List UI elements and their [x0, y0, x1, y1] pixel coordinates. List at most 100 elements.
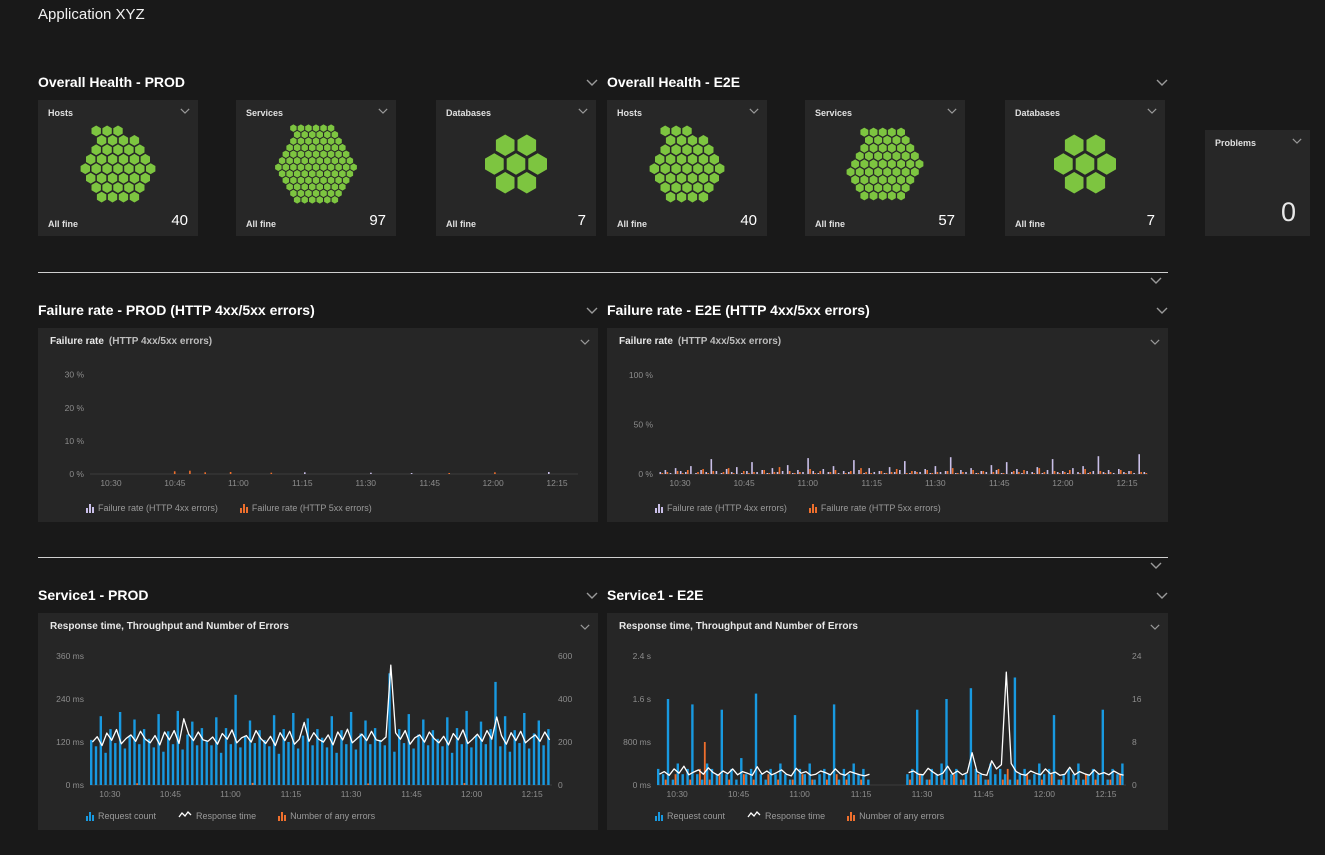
svg-text:11:15: 11:15 [851, 789, 872, 799]
bars-icon [86, 812, 94, 821]
svg-text:12:00: 12:00 [1052, 478, 1074, 488]
tile-databases-e2e[interactable]: Databases All fine 7 [1005, 100, 1165, 236]
failure-rate-chart-prod: 0 %10 %20 %30 %10:3010:4511:0011:1511:30… [44, 356, 592, 490]
svg-text:11:30: 11:30 [355, 478, 376, 488]
legend-item-4xx[interactable]: Failure rate (HTTP 4xx errors) [655, 503, 787, 513]
svg-text:360 ms: 360 ms [56, 651, 84, 661]
chevron-down-icon[interactable] [1292, 138, 1302, 144]
chart-legend: Failure rate (HTTP 4xx errors) Failure r… [86, 503, 372, 513]
tile-title: Databases [1015, 108, 1060, 118]
chevron-down-icon[interactable] [1150, 562, 1162, 569]
chart-legend: Request count Response time Number of an… [86, 810, 375, 821]
status-label: All fine [246, 219, 276, 229]
chevron-down-icon[interactable] [580, 624, 590, 630]
chart-tile-service-e2e[interactable]: Response time, Throughput and Number of … [607, 613, 1168, 830]
entity-count: 40 [740, 212, 757, 229]
legend-label: Request count [667, 811, 725, 821]
chevron-down-icon[interactable] [578, 108, 588, 114]
tile-title: Databases [446, 108, 491, 118]
svg-text:11:15: 11:15 [292, 478, 313, 488]
svg-text:10:45: 10:45 [733, 478, 755, 488]
chart-legend: Failure rate (HTTP 4xx errors) Failure r… [655, 503, 941, 513]
svg-text:11:00: 11:00 [220, 789, 241, 799]
status-label: All fine [446, 219, 476, 229]
section-header-failure-e2e: Failure rate - E2E (HTTP 4xx/5xx errors) [607, 301, 1168, 319]
chart-tile-service-prod[interactable]: Response time, Throughput and Number of … [38, 613, 598, 830]
svg-text:400: 400 [558, 694, 572, 704]
tile-hosts-prod[interactable]: Hosts All fine 40 [38, 100, 198, 236]
svg-text:10:30: 10:30 [669, 478, 691, 488]
svg-text:200: 200 [558, 737, 572, 747]
status-label: All fine [48, 219, 78, 229]
chevron-down-icon[interactable] [1156, 592, 1168, 599]
entity-count: 57 [938, 212, 955, 229]
svg-text:1.6 s: 1.6 s [633, 694, 651, 704]
chevron-down-icon[interactable] [1150, 339, 1160, 345]
svg-text:0 ms: 0 ms [66, 780, 84, 790]
chevron-down-icon[interactable] [586, 592, 598, 599]
bars-icon [809, 504, 817, 513]
svg-text:11:45: 11:45 [989, 478, 1010, 488]
svg-text:20 %: 20 % [65, 403, 85, 413]
svg-text:12:15: 12:15 [546, 478, 568, 488]
svg-text:240 ms: 240 ms [56, 694, 84, 704]
legend-item-4xx[interactable]: Failure rate (HTTP 4xx errors) [86, 503, 218, 513]
chevron-down-icon[interactable] [1156, 79, 1168, 86]
tile-problems[interactable]: Problems 0 [1205, 130, 1310, 236]
health-honeycomb [250, 122, 382, 206]
section-header-health-e2e: Overall Health - E2E [607, 73, 1168, 91]
tile-services-e2e[interactable]: Services All fine 57 [805, 100, 965, 236]
chevron-down-icon[interactable] [1147, 108, 1157, 114]
line-icon [747, 810, 761, 821]
legend-label: Request count [98, 811, 156, 821]
chevron-down-icon[interactable] [586, 307, 598, 314]
section-title-failure-e2e: Failure rate - E2E (HTTP 4xx/5xx errors) [607, 302, 870, 318]
legend-item-request-count[interactable]: Request count [655, 811, 725, 821]
svg-text:10:30: 10:30 [99, 789, 121, 799]
health-honeycomb [621, 122, 753, 206]
svg-text:11:00: 11:00 [228, 478, 249, 488]
svg-text:12:00: 12:00 [1034, 789, 1056, 799]
chart-title: Response time, Throughput and Number of … [619, 621, 858, 632]
legend-item-response-time[interactable]: Response time [747, 810, 825, 821]
problems-count: 0 [1281, 197, 1296, 228]
bars-icon [86, 504, 94, 513]
chevron-down-icon[interactable] [749, 108, 759, 114]
chevron-down-icon[interactable] [947, 108, 957, 114]
legend-label: Failure rate (HTTP 5xx errors) [821, 503, 941, 513]
chevron-down-icon[interactable] [586, 79, 598, 86]
legend-label: Response time [765, 811, 825, 821]
tile-services-prod[interactable]: Services All fine 97 [236, 100, 396, 236]
svg-text:0 ms: 0 ms [633, 780, 651, 790]
chevron-down-icon[interactable] [1156, 307, 1168, 314]
section-title-failure-prod: Failure rate - PROD (HTTP 4xx/5xx errors… [38, 302, 315, 318]
chevron-down-icon[interactable] [1150, 624, 1160, 630]
svg-text:12:15: 12:15 [1116, 478, 1138, 488]
legend-item-5xx[interactable]: Failure rate (HTTP 5xx errors) [240, 503, 372, 513]
svg-text:10:45: 10:45 [164, 478, 186, 488]
svg-text:100 %: 100 % [629, 370, 654, 380]
section-header-service-prod: Service1 - PROD [38, 586, 598, 604]
health-honeycomb [450, 122, 582, 206]
tile-title: Hosts [48, 108, 73, 118]
chevron-down-icon[interactable] [580, 339, 590, 345]
legend-item-5xx[interactable]: Failure rate (HTTP 5xx errors) [809, 503, 941, 513]
tile-hosts-e2e[interactable]: Hosts All fine 40 [607, 100, 767, 236]
svg-text:11:45: 11:45 [419, 478, 440, 488]
legend-item-response-time[interactable]: Response time [178, 810, 256, 821]
service-metrics-chart-e2e: 0 ms800 ms1.6 s2.4 s08162410:3010:4511:0… [613, 641, 1162, 803]
legend-item-errors[interactable]: Number of any errors [278, 811, 375, 821]
chart-tile-failure-e2e[interactable]: Failure rate (HTTP 4xx/5xx errors) 0 %50… [607, 328, 1168, 522]
svg-text:120 ms: 120 ms [56, 737, 84, 747]
chevron-down-icon[interactable] [180, 108, 190, 114]
chevron-down-icon[interactable] [378, 108, 388, 114]
svg-text:2.4 s: 2.4 s [633, 651, 651, 661]
legend-item-request-count[interactable]: Request count [86, 811, 156, 821]
svg-text:16: 16 [1132, 694, 1142, 704]
chart-tile-failure-prod[interactable]: Failure rate (HTTP 4xx/5xx errors) 0 %10… [38, 328, 598, 522]
status-label: All fine [1015, 219, 1045, 229]
chevron-down-icon[interactable] [1150, 277, 1162, 284]
section-divider [38, 272, 1168, 273]
tile-databases-prod[interactable]: Databases All fine 7 [436, 100, 596, 236]
legend-item-errors[interactable]: Number of any errors [847, 811, 944, 821]
